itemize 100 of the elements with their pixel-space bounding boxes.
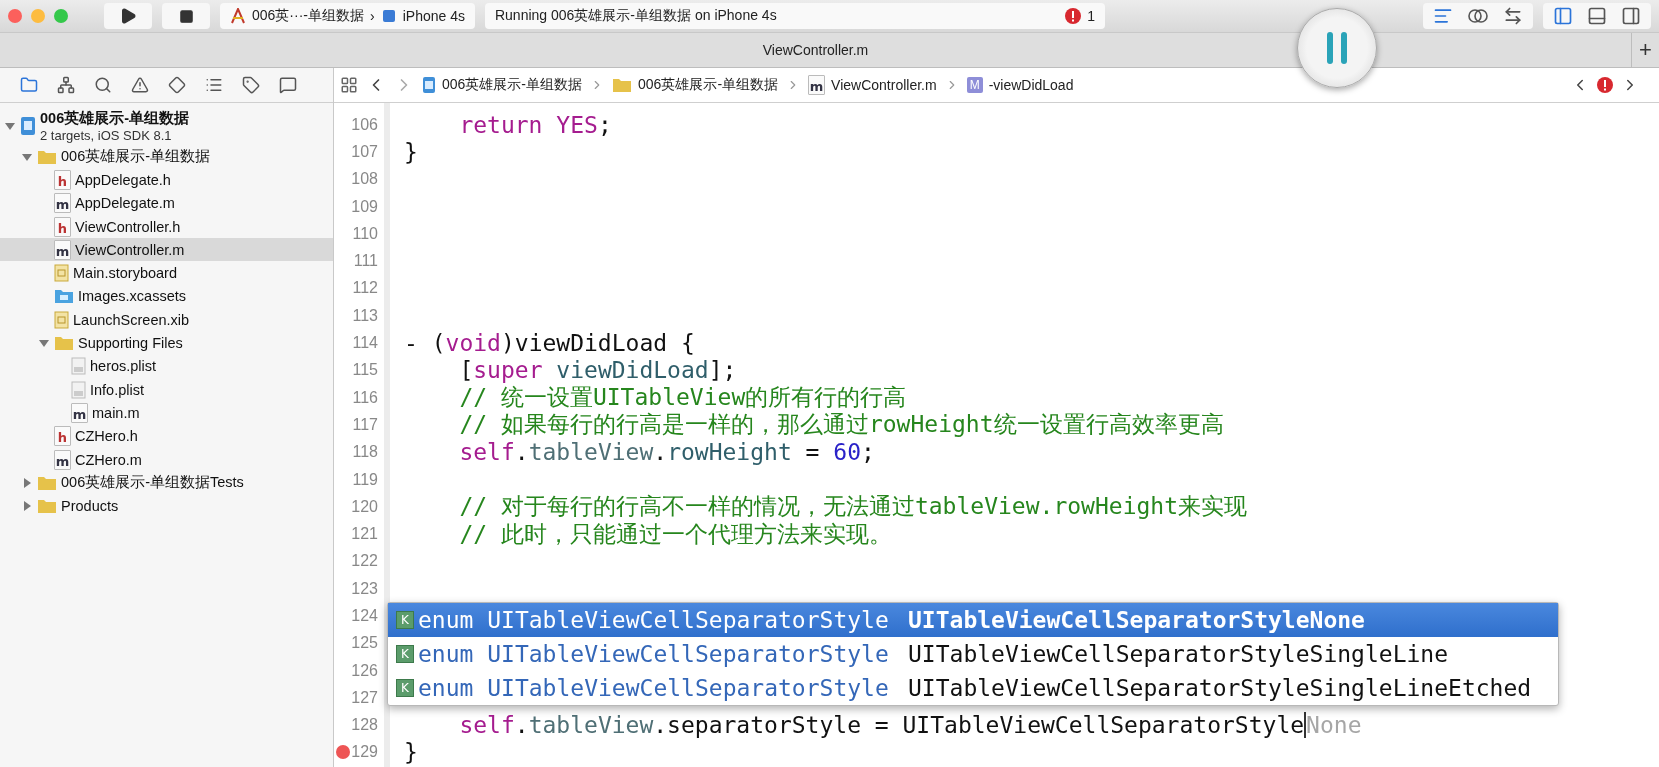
- enum-constant-icon: K: [396, 611, 414, 629]
- line-number: 109: [350, 197, 379, 216]
- file-tree-item[interactable]: Info.plist: [0, 377, 333, 402]
- file-tree-item[interactable]: 006英雄展示-单组数据Tests: [0, 471, 333, 495]
- file-icon: m: [71, 402, 88, 423]
- line-number: 114: [351, 334, 379, 352]
- device-icon: [380, 8, 397, 24]
- project-subtitle: 2 targets, iOS SDK 8.1: [40, 128, 173, 143]
- file-tree-item[interactable]: Supporting Files: [0, 331, 333, 355]
- line-number: 125: [350, 634, 379, 653]
- file-name: 006英雄展示-单组数据Tests: [61, 473, 244, 493]
- folder-icon: [37, 498, 57, 515]
- tag-icon: [241, 76, 260, 94]
- file-name: AppDelegate.h: [75, 171, 171, 188]
- completion-type: enum UITableViewCellSeparatorStyle: [418, 641, 890, 667]
- left-panel-icon[interactable]: [1553, 6, 1573, 26]
- breadcrumb-item[interactable]: 006英雄展示-单组数据: [612, 76, 779, 94]
- completion-name: UITableViewCellSeparatorStyleNone: [908, 607, 1366, 633]
- line-number: 113: [351, 306, 379, 325]
- breadcrumb-item[interactable]: m ViewController.m: [808, 75, 937, 95]
- line-number: 119: [351, 470, 379, 489]
- file-tree-item[interactable]: m CZHero.m: [0, 447, 333, 472]
- file-icon: m: [54, 193, 71, 214]
- error-marker-icon: [336, 745, 350, 760]
- document-icon: [54, 264, 69, 283]
- line-number: 112: [351, 279, 379, 298]
- file-icon: m: [54, 449, 71, 470]
- stop-button[interactable]: [162, 3, 210, 29]
- folder-icon: [54, 335, 74, 351]
- file-name: AppDelegate.m: [75, 195, 175, 212]
- file-icon: m: [808, 75, 826, 95]
- file-name: Images.xcassets: [78, 288, 186, 305]
- completion-item[interactable]: K enum UITableViewCellSeparatorStyle UITableViewCellSeparatorStyleSingleLine: [388, 637, 1558, 671]
- file-name: LaunchScreen.xib: [73, 311, 190, 328]
- add-tab-button[interactable]: +: [1631, 33, 1659, 67]
- breadcrumb-item[interactable]: M -viewDidLoad: [966, 77, 1074, 93]
- completion-name: UITableViewCellSeparatorStyleSingleLineEtched: [908, 675, 1533, 701]
- project-icon: [20, 116, 36, 136]
- chat-icon: [278, 76, 297, 94]
- line-number: 122: [350, 552, 379, 571]
- breadcrumb-item[interactable]: 006英雄展示-单组数据: [422, 76, 583, 94]
- run-button[interactable]: [104, 3, 152, 29]
- bottom-panel-icon[interactable]: [1587, 6, 1607, 26]
- file-tree-item[interactable]: Images.xcassets: [0, 284, 333, 309]
- grid-icon[interactable]: [340, 76, 358, 94]
- file-name: Products: [61, 498, 119, 515]
- file-icon: [71, 357, 86, 376]
- file-icon: h: [54, 216, 71, 237]
- scheme-selector[interactable]: 006英···-单组数据 › iPhone 4s: [220, 3, 475, 29]
- folder-icon: [37, 148, 57, 165]
- code-line: - (void)viewDidLoad {: [404, 330, 695, 356]
- error-count: 1: [1087, 8, 1095, 24]
- overlapping-circles-icon[interactable]: [1467, 6, 1489, 26]
- file-name: ViewController.h: [75, 218, 181, 235]
- code-line: self.tableView.separatorStyle = UITableViewCellSeparatorStyleNone: [458, 712, 1362, 739]
- document-icon: [54, 310, 69, 329]
- right-panel-icon[interactable]: [1621, 6, 1641, 26]
- file-tree-item[interactable]: 006英雄展示-单组数据 2 targets, iOS SDK 8.1: [0, 107, 333, 145]
- line-number: 111: [352, 252, 379, 271]
- text-align-icon[interactable]: [1433, 6, 1453, 26]
- file-tree-item[interactable]: 006英雄展示-单组数据: [0, 145, 333, 169]
- file-tree-item[interactable]: LaunchScreen.xib: [0, 308, 333, 332]
- disclosure-triangle-icon[interactable]: [38, 337, 50, 349]
- file-tree-item[interactable]: m ViewController.m: [0, 238, 333, 262]
- file-tree-item[interactable]: h CZHero.h: [0, 424, 333, 448]
- code-line: // 统一设置UITableView的所有行的行高: [458, 383, 907, 412]
- arrows-icon[interactable]: [1503, 6, 1523, 26]
- status-text: Running 006英雄展示-单组数据 on iPhone 4s: [494, 7, 777, 25]
- stop-icon: [178, 8, 194, 24]
- code-line: self.tableView.rowHeight = 60;: [458, 439, 875, 466]
- disclosure-triangle-icon[interactable]: [21, 476, 33, 489]
- completion-item[interactable]: K enum UITableViewCellSeparatorStyle UITableViewCellSeparatorStyleNone: [388, 603, 1558, 637]
- file-tree-item[interactable]: Products: [0, 494, 333, 518]
- line-number: 126: [350, 661, 379, 680]
- error-icon: [1597, 77, 1613, 93]
- file-icon: m: [54, 239, 71, 260]
- file-name: heros.plist: [90, 358, 157, 375]
- line-number: 128: [350, 716, 379, 735]
- search-icon: [93, 76, 112, 94]
- file-tree-item[interactable]: h AppDelegate.h: [0, 168, 333, 192]
- disclosure-triangle-icon[interactable]: [21, 500, 33, 513]
- enum-constant-icon: K: [396, 645, 414, 663]
- diamond-icon: [167, 76, 186, 94]
- editor-tab[interactable]: ViewController.m: [0, 42, 1631, 58]
- code-line: }: [404, 739, 418, 766]
- project-icon: [422, 76, 436, 94]
- file-name: main.m: [92, 404, 140, 421]
- file-tree-item[interactable]: heros.plist: [0, 354, 333, 378]
- file-icon: h: [54, 169, 71, 190]
- file-tree-item[interactable]: Main.storyboard: [0, 261, 333, 285]
- file-name: Supporting Files: [78, 335, 183, 351]
- file-tree-item[interactable]: m AppDelegate.m: [0, 191, 333, 215]
- disclosure-triangle-icon[interactable]: [4, 120, 16, 132]
- enum-constant-icon: K: [396, 679, 414, 697]
- file-icon: [71, 380, 86, 399]
- file-tree-item[interactable]: m main.m: [0, 401, 333, 425]
- list-icon: [204, 76, 223, 94]
- completion-item[interactable]: K enum UITableViewCellSeparatorStyle UITableViewCellSeparatorStyleSingleLineEtched: [388, 671, 1558, 705]
- file-tree-item[interactable]: h ViewController.h: [0, 214, 333, 239]
- assets-folder-icon: [54, 288, 74, 305]
